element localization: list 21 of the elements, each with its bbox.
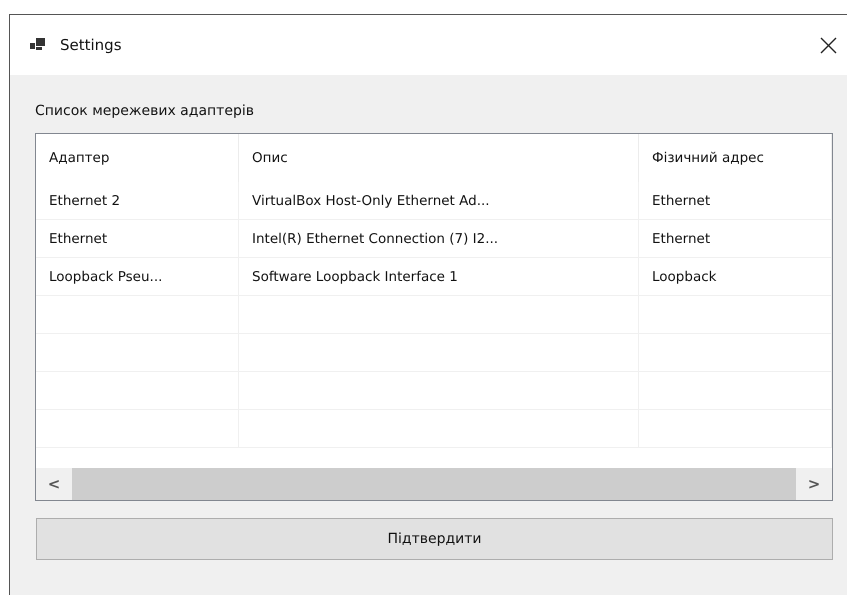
column-header[interactable]: Фізичний адрес	[639, 134, 832, 182]
table-cell: Loopback Pseu...	[36, 258, 239, 295]
window-title: Settings	[60, 36, 123, 54]
column-header[interactable]: Опис	[239, 134, 639, 182]
close-icon[interactable]	[820, 36, 837, 54]
list-label: Список мережевих адаптерів	[35, 102, 255, 121]
scroll-right-arrow[interactable]: >	[796, 468, 832, 500]
column-header[interactable]: Адаптер	[36, 134, 239, 182]
table-cell: Ethernet	[639, 182, 832, 219]
table-cell: Intel(R) Ethernet Connection (7) I2...	[239, 220, 639, 257]
table-cell: Ethernet 2	[36, 182, 239, 219]
table-cell: VirtualBox Host-Only Ethernet Ad...	[239, 182, 639, 219]
adapter-list[interactable]: Адаптер Опис Фізичний адрес Ethernet 2 VirtualBox Host-Only Ethernet Ad... Ethernet Ethernet Intel(R) Ethernet Connection (7) I2... Ethernet Loopback Pseu... Software Loopback Interface 1 Loopback < >	[35, 133, 833, 501]
confirm-button[interactable]: Підтвердити	[36, 518, 833, 560]
scroll-left-arrow[interactable]: <	[36, 468, 72, 500]
table-cell: Loopback	[639, 258, 832, 295]
table-cell: Ethernet	[639, 220, 832, 257]
table-cell: Software Loopback Interface 1	[239, 258, 639, 295]
app-icon	[30, 38, 46, 52]
horizontal-scrollbar[interactable]: < >	[36, 468, 832, 500]
table-cell: Ethernet	[36, 220, 239, 257]
